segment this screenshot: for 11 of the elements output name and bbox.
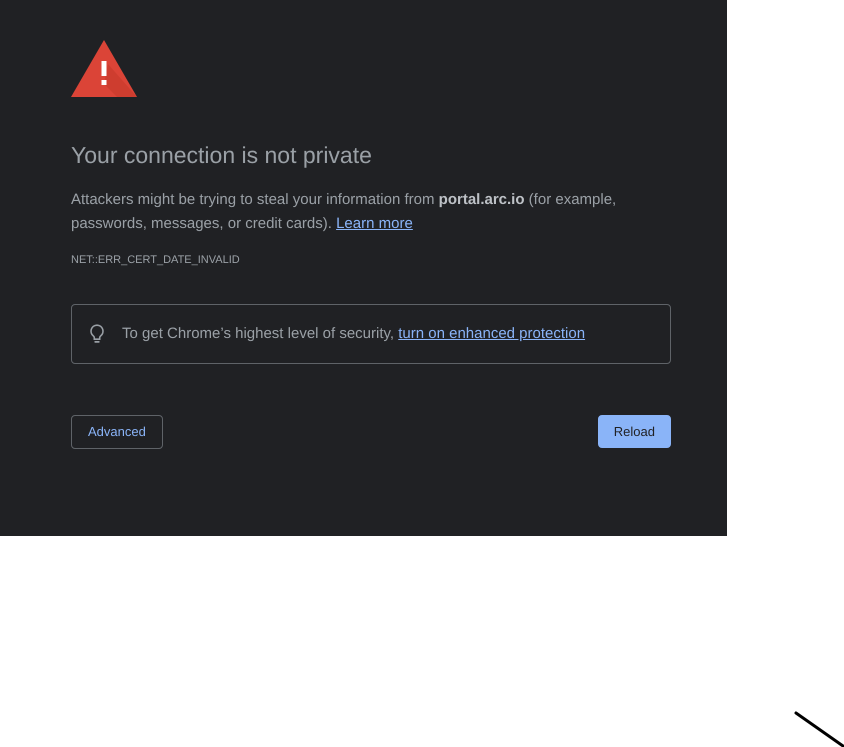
enhanced-protection-text: To get Chrome’s highest level of security, turn on enhanced protection (122, 324, 586, 344)
learn-more-link[interactable]: Learn more (336, 215, 413, 232)
enhanced-protection-link[interactable]: turn on enhanced protection (398, 324, 586, 342)
error-heading: Your connection is not private (71, 141, 373, 170)
diagonal-line (794, 711, 844, 747)
error-code: NET::ERR_CERT_DATE_INVALID (71, 253, 241, 267)
error-message: Attackers might be trying to steal your information from portal.arc.io (for example, passwords, messages, or credit cards). Learn more (71, 190, 618, 234)
advanced-button[interactable]: Advanced (71, 415, 163, 449)
warning-icon (71, 40, 137, 97)
lightbulb-icon (89, 324, 105, 344)
reload-button[interactable]: Reload (598, 415, 671, 448)
